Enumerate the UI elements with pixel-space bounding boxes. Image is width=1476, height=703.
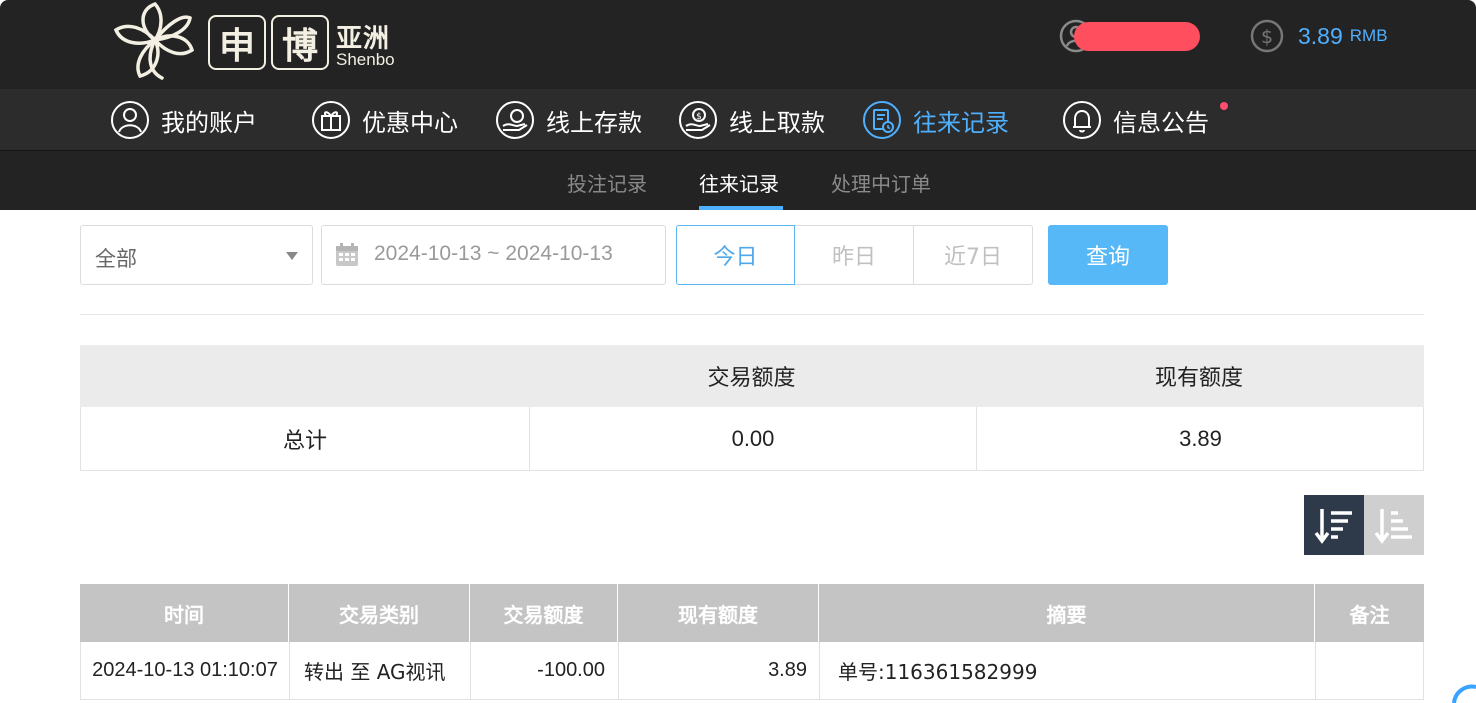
- subtab-pending-orders[interactable]: 处理中订单: [831, 168, 931, 197]
- col-header-summary: 摘要: [819, 584, 1315, 642]
- floating-widget-edge[interactable]: [1446, 683, 1476, 703]
- summary-total-label: 总计: [282, 428, 327, 454]
- cell-summary: 单号:116361582999: [820, 642, 1316, 699]
- nav-label: 往来记录: [913, 108, 1009, 137]
- bell-icon: [1063, 101, 1101, 139]
- nav-my-account[interactable]: 我的账户: [110, 89, 257, 151]
- date-range-value: 2024-10-13 ~ 2024-10-13: [374, 242, 613, 265]
- cell-note: [1316, 642, 1425, 699]
- summary-row: 总计 0.00 3.89: [80, 407, 1424, 471]
- nav-promotions[interactable]: 优惠中心: [311, 89, 458, 151]
- site-header: 申 博 亚洲 Shenbo $ 3.89 RMB 我的账户 优惠中心 线上存款 …: [0, 0, 1476, 210]
- brand-logo[interactable]: 申 博 亚洲 Shenbo: [110, 0, 410, 80]
- notification-dot: [1220, 102, 1228, 110]
- col-header-amount: 交易额度: [470, 584, 618, 642]
- logo-char-box: 博: [271, 15, 329, 70]
- svg-text:$: $: [696, 112, 702, 122]
- user-icon: [111, 101, 149, 139]
- user-menu[interactable]: [1058, 18, 1208, 54]
- top-bar: 申 博 亚洲 Shenbo $ 3.89 RMB: [0, 0, 1476, 89]
- search-button[interactable]: 查询: [1048, 225, 1168, 285]
- caret-down-icon: [286, 252, 298, 260]
- logo-english-text: Shenbo: [336, 50, 395, 69]
- subtab-bet-records[interactable]: 投注记录: [567, 168, 647, 197]
- sub-nav: 投注记录 往来记录 处理中订单: [0, 152, 1476, 210]
- main-nav: 我的账户 优惠中心 线上存款 $ 线上取款 往来记录 信息公告: [0, 89, 1476, 151]
- nav-label: 优惠中心: [362, 108, 458, 137]
- summary-header-balance: 现有额度: [1154, 366, 1243, 391]
- flower-logo-icon: [113, 1, 195, 80]
- col-header-balance: 现有额度: [618, 584, 819, 642]
- select-value: 全部: [95, 247, 137, 271]
- cell-amount: -100.00: [471, 642, 619, 699]
- nav-deposit[interactable]: 线上存款: [495, 89, 642, 151]
- col-header-note: 备注: [1349, 602, 1390, 627]
- yesterday-button[interactable]: 昨日: [795, 225, 914, 285]
- logo-char-box: 申: [208, 15, 266, 70]
- col-header-type: 交易类别: [289, 584, 470, 642]
- balance-currency: RMB: [1349, 26, 1388, 45]
- summary-header-amount: 交易额度: [707, 366, 796, 391]
- records-icon: [863, 101, 901, 139]
- summary-header: 交易额度 现有额度: [80, 345, 1424, 407]
- records-header: 时间 交易类别 交易额度 现有额度 摘要 备注: [80, 584, 1424, 642]
- svg-text:$: $: [1261, 26, 1273, 48]
- wallet-balance: $ 3.89 RMB: [1250, 18, 1388, 54]
- sort-ascending-icon: [1374, 509, 1412, 544]
- deposit-icon: [496, 101, 534, 139]
- summary-header-blank: [80, 345, 528, 407]
- date-range-picker[interactable]: 2024-10-13 ~ 2024-10-13: [321, 225, 666, 285]
- nav-label: 我的账户: [161, 108, 257, 137]
- summary-table: 交易额度 现有额度 总计 0.00 3.89: [80, 345, 1424, 471]
- balance-amount: 3.89: [1298, 22, 1343, 49]
- sort-ascending-button[interactable]: [1364, 495, 1424, 555]
- nav-label: 线上取款: [729, 108, 825, 137]
- cell-time: 2024-10-13 01:10:07: [81, 642, 290, 699]
- nav-withdraw[interactable]: $ 线上取款: [678, 89, 825, 151]
- transaction-type-select[interactable]: 全部: [80, 225, 313, 285]
- calendar-icon: [336, 243, 358, 266]
- redacted-username: [1074, 22, 1200, 51]
- sort-descending-icon: [1314, 509, 1352, 544]
- summary-total-balance: 3.89: [976, 407, 1424, 470]
- nav-records[interactable]: 往来记录: [862, 89, 1009, 151]
- table-row[interactable]: 2024-10-13 01:10:07 转出 至 AG视讯 -100.00 3.…: [80, 642, 1424, 700]
- active-tab-underline: [699, 206, 783, 210]
- dollar-coin-icon: $: [1250, 19, 1284, 53]
- subtab-transaction-records[interactable]: 往来记录: [699, 168, 779, 197]
- divider: [80, 314, 1424, 315]
- cell-type: 转出 至 AG视讯: [290, 642, 471, 699]
- cell-balance: 3.89: [619, 642, 820, 699]
- withdraw-icon: $: [679, 101, 717, 139]
- summary-total-amount: 0.00: [529, 407, 976, 470]
- gift-icon: [312, 101, 350, 139]
- sort-descending-button[interactable]: [1304, 495, 1364, 555]
- nav-label: 信息公告: [1113, 108, 1209, 137]
- nav-label: 线上存款: [546, 108, 642, 137]
- nav-announcements[interactable]: 信息公告: [1062, 89, 1209, 151]
- last-7-days-button[interactable]: 近7日: [914, 225, 1033, 285]
- col-header-time: 时间: [80, 584, 289, 642]
- today-button[interactable]: 今日: [676, 225, 795, 285]
